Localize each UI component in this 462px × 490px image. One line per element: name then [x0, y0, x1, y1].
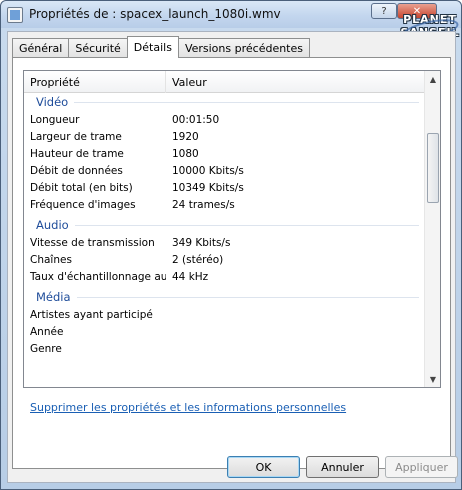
ok-button[interactable]: OK — [227, 456, 300, 478]
property-name: Taux d'échantillonnage audio — [30, 270, 166, 283]
property-name: Artistes ayant participé — [30, 308, 153, 321]
title-bar[interactable]: Propriétés de : spacex_launch_1080i.wmv … — [1, 1, 461, 28]
property-value: 24 trames/s — [172, 198, 235, 211]
group-label: Média — [36, 290, 77, 304]
property-value: 1920 — [172, 130, 199, 143]
property-row[interactable]: Débit de données 10000 Kbits/s — [24, 162, 425, 179]
property-row[interactable]: Artistes ayant participé — [24, 306, 425, 323]
apply-button[interactable]: Appliquer — [385, 456, 458, 478]
property-value: 44 kHz — [172, 270, 209, 283]
dialog-body: Général Sécurité Détails Versions précéd… — [7, 31, 458, 483]
column-header-property[interactable]: Propriété — [24, 71, 166, 93]
list-header: Propriété Valeur — [24, 71, 425, 93]
property-name: Débit de données — [30, 164, 123, 177]
property-row[interactable]: Débit total (en bits) 10349 Kbits/s — [24, 179, 425, 196]
properties-window: Propriétés de : spacex_launch_1080i.wmv … — [0, 0, 462, 490]
tab-previous-versions[interactable]: Versions précédentes — [177, 38, 310, 58]
property-row[interactable]: Année — [24, 323, 425, 340]
help-button[interactable]: ? — [371, 3, 397, 19]
property-row[interactable]: Fréquence d'images 24 trames/s — [24, 196, 425, 213]
tab-general[interactable]: Général — [12, 38, 70, 58]
tab-details[interactable]: Détails — [126, 36, 179, 58]
cancel-button[interactable]: Annuler — [306, 456, 379, 478]
property-name: Vitesse de transmission — [30, 236, 155, 249]
group-media: Média — [24, 288, 425, 306]
property-row[interactable]: Vitesse de transmission 349 Kbits/s — [24, 234, 425, 251]
group-video: Vidéo — [24, 93, 425, 111]
property-value: 2 (stéréo) — [172, 253, 224, 266]
property-name: Longueur — [30, 113, 80, 126]
property-name: Année — [30, 325, 64, 338]
tab-strip: Général Sécurité Détails Versions précéd… — [12, 36, 310, 58]
property-row[interactable]: Chaînes 2 (stéréo) — [24, 251, 425, 268]
property-name: Chaînes — [30, 253, 72, 266]
property-name: Genre — [30, 342, 62, 355]
group-label: Audio — [36, 218, 75, 232]
tab-security[interactable]: Sécurité — [68, 38, 128, 58]
property-name: Hauteur de trame — [30, 147, 124, 160]
group-label: Vidéo — [36, 95, 75, 109]
scroll-up-icon[interactable]: ▲ — [425, 71, 440, 87]
scroll-down-icon[interactable]: ▼ — [425, 371, 440, 387]
property-name: Largeur de trame — [30, 130, 122, 143]
property-row[interactable]: Genre — [24, 340, 425, 357]
column-header-value[interactable]: Valeur — [166, 71, 425, 93]
details-panel: Propriété Valeur Vidéo Longueur 00:01:50 L… — [12, 57, 451, 469]
property-row[interactable]: Longueur 00:01:50 — [24, 111, 425, 128]
property-value: 1080 — [172, 147, 199, 160]
remove-properties-link[interactable]: Supprimer les propriétés et les informat… — [30, 401, 346, 414]
property-value: 10349 Kbits/s — [172, 181, 244, 194]
property-row[interactable]: Largeur de trame 1920 — [24, 128, 425, 145]
property-value: 00:01:50 — [172, 113, 220, 126]
group-audio: Audio — [24, 216, 425, 234]
property-value: 349 Kbits/s — [172, 236, 231, 249]
properties-rows: Vidéo Longueur 00:01:50 Largeur de trame 19… — [24, 93, 425, 387]
property-name: Fréquence d'images — [30, 198, 136, 211]
window-title: Propriétés de : spacex_launch_1080i.wmv — [29, 7, 281, 21]
property-row[interactable]: Hauteur de trame 1080 — [24, 145, 425, 162]
file-icon — [7, 7, 23, 23]
scrollbar-thumb[interactable] — [427, 133, 439, 203]
property-value: 10000 Kbits/s — [172, 164, 244, 177]
vertical-scrollbar[interactable]: ▲ ▼ — [424, 71, 440, 387]
property-row[interactable]: Taux d'échantillonnage audio 44 kHz — [24, 268, 425, 285]
properties-list[interactable]: Propriété Valeur Vidéo Longueur 00:01:50 L… — [23, 70, 441, 388]
property-name: Débit total (en bits) — [30, 181, 133, 194]
